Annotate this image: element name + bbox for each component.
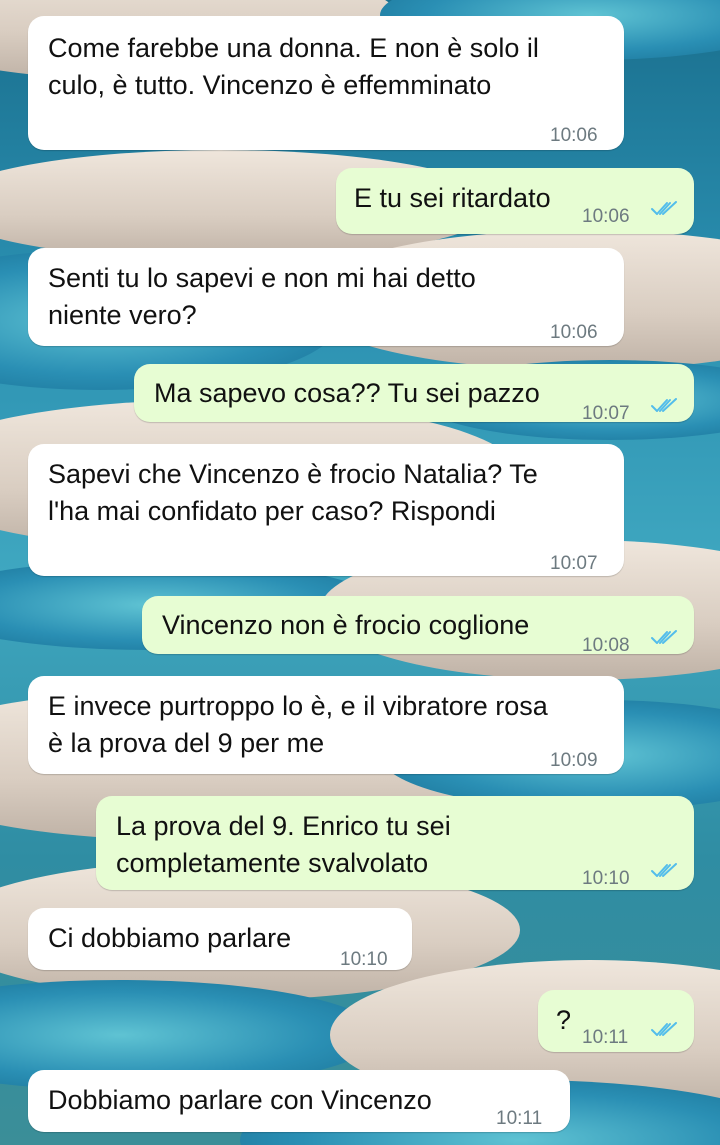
message-timestamp: 10:09 xyxy=(550,750,598,771)
incoming-message-bubble[interactable]: Ci dobbiamo parlare 10:10 xyxy=(28,908,412,970)
outgoing-message-bubble[interactable]: E tu sei ritardato 10:06 xyxy=(336,168,694,234)
double-check-icon xyxy=(651,201,677,215)
message-text: niente vero? xyxy=(48,300,197,330)
message-timestamp: 10:10 xyxy=(340,949,388,970)
message-text: La prova del 9. Enrico tu sei xyxy=(116,811,451,841)
double-check-icon xyxy=(651,398,677,412)
message-text: Ma sapevo cosa?? Tu sei pazzo xyxy=(154,378,540,408)
message-text: E tu sei ritardato xyxy=(354,183,551,213)
message-text: Vincenzo non è frocio coglione xyxy=(162,610,530,640)
message-text: Ci dobbiamo parlare xyxy=(48,923,292,953)
message-timestamp: 10:11 xyxy=(582,1027,629,1048)
outgoing-message-bubble[interactable]: Vincenzo non è frocio coglione 10:08 xyxy=(142,596,694,656)
message-timestamp: 10:11 xyxy=(496,1108,543,1129)
message-timestamp: 10:07 xyxy=(550,553,598,574)
message-text: Come farebbe una donna. E non è solo il xyxy=(48,33,539,63)
message-timestamp: 10:07 xyxy=(582,403,630,424)
message-text: culo, è tutto. Vincenzo è effemminato xyxy=(48,70,492,100)
outgoing-message-bubble[interactable]: ? 10:11 xyxy=(538,990,694,1052)
message-text: ? xyxy=(556,1005,572,1035)
incoming-message-bubble[interactable]: Sapevi che Vincenzo è frocio Natalia? Te… xyxy=(28,444,624,576)
message-timestamp: 10:08 xyxy=(582,635,630,656)
outgoing-message-bubble[interactable]: Ma sapevo cosa?? Tu sei pazzo 10:07 xyxy=(134,364,694,424)
double-check-icon xyxy=(651,1022,677,1036)
message-text: Senti tu lo sapevi e non mi hai detto xyxy=(48,263,476,293)
message-timestamp: 10:06 xyxy=(550,125,598,146)
incoming-message-bubble[interactable]: Dobbiamo parlare con Vincenzo 10:11 xyxy=(28,1070,570,1132)
message-text: è la prova del 9 per me xyxy=(48,728,325,758)
message-timestamp: 10:10 xyxy=(582,868,630,889)
double-check-icon xyxy=(651,863,677,877)
double-check-icon xyxy=(651,630,677,644)
message-timestamp: 10:06 xyxy=(582,206,630,227)
message-text: Sapevi che Vincenzo è frocio Natalia? Te xyxy=(48,459,538,489)
incoming-message-bubble[interactable]: Come farebbe una donna. E non è solo il c… xyxy=(28,16,624,150)
message-text: completamente svalvolato xyxy=(116,848,429,878)
outgoing-message-bubble[interactable]: La prova del 9. Enrico tu sei completamen… xyxy=(96,796,694,890)
message-text: l'ha mai confidato per caso? Rispondi xyxy=(48,496,496,526)
message-text: Dobbiamo parlare con Vincenzo xyxy=(48,1085,432,1115)
incoming-message-bubble[interactable]: Senti tu lo sapevi e non mi hai detto nie… xyxy=(28,248,624,346)
message-timestamp: 10:06 xyxy=(550,322,598,343)
message-text: E invece purtroppo lo è, e il vibratore … xyxy=(48,691,548,721)
incoming-message-bubble[interactable]: E invece purtroppo lo è, e il vibratore … xyxy=(28,676,624,774)
